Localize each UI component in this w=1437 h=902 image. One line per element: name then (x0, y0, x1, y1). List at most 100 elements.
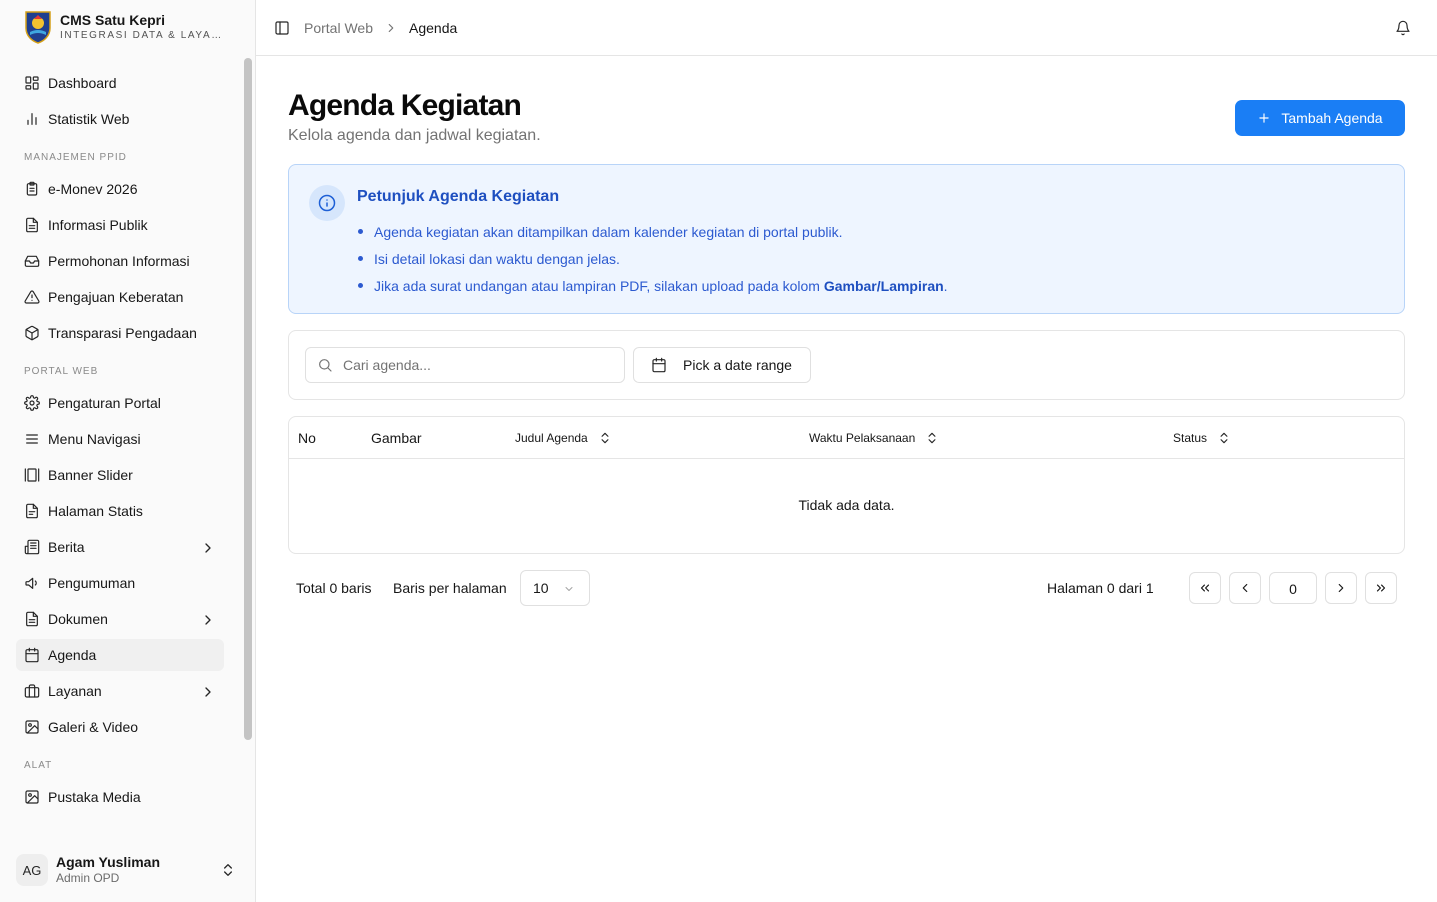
previous-page-button[interactable] (1229, 572, 1261, 604)
chevron-right-icon[interactable] (200, 612, 216, 628)
sidebar-item-label: Berita (48, 539, 85, 555)
chevron-right-icon[interactable] (200, 540, 216, 556)
rows-per-page-select[interactable]: 10 (520, 570, 590, 606)
filter-bar: Pick a date range (288, 330, 1405, 400)
panel-left-icon[interactable] (274, 20, 290, 36)
sidebar-scrollbar[interactable] (244, 58, 252, 740)
info-item: Jika ada surat undangan atau lampiran PD… (357, 272, 948, 299)
brand-subtitle: INTEGRASI DATA & LAYANAN (60, 30, 230, 41)
sidebar-item-dashboard[interactable]: Dashboard (16, 67, 224, 99)
file-text-icon (24, 611, 40, 627)
plus-icon (1257, 111, 1271, 125)
sidebar-item-pustaka-media[interactable]: Pustaka Media (16, 781, 224, 813)
column-header-waktu[interactable]: Waktu Pelaksanaan (809, 417, 939, 458)
sidebar-item-agenda[interactable]: Agenda (16, 639, 224, 671)
column-label: Judul Agenda (515, 430, 588, 445)
chevrons-up-down-icon[interactable] (220, 862, 236, 878)
sidebar-item-label: Galeri & Video (48, 719, 139, 735)
chevron-left-icon (1242, 583, 1248, 593)
sidebar-item-permohonan-informasi[interactable]: Permohonan Informasi (16, 245, 224, 277)
last-page-button[interactable] (1365, 572, 1397, 604)
bell-icon[interactable] (1395, 20, 1411, 36)
column-header-status[interactable]: Status (1173, 417, 1231, 458)
sidebar-item-menu-navigasi[interactable]: Menu Navigasi (16, 423, 224, 455)
first-page-button[interactable] (1189, 572, 1221, 604)
sort-icon[interactable] (925, 431, 939, 445)
sidebar-item-pengumuman[interactable]: Pengumuman (16, 567, 224, 599)
sidebar-item-layanan[interactable]: Layanan (16, 675, 224, 707)
date-range-button[interactable]: Pick a date range (633, 347, 811, 383)
bar-chart-icon (24, 111, 40, 127)
column-header-gambar: Gambar (371, 417, 422, 458)
info-panel: Petunjuk Agenda Kegiatan Agenda kegiatan… (288, 164, 1405, 314)
search-input[interactable] (343, 357, 613, 373)
info-list: Agenda kegiatan akan ditampilkan dalam k… (357, 218, 948, 299)
pagination: Total 0 baris Baris per halaman 10 Halam… (296, 570, 1397, 606)
sidebar-item-label: e-Monev 2026 (48, 181, 138, 197)
search-icon (317, 357, 333, 373)
chevron-right-icon (1338, 583, 1344, 593)
sidebar-item-halaman-statis[interactable]: Halaman Statis (16, 495, 224, 527)
sidebar-item-galeri-video[interactable]: Galeri & Video (16, 711, 224, 743)
agenda-table: No Gambar Judul Agenda Waktu Pelaksanaan… (288, 416, 1405, 554)
sort-icon[interactable] (1217, 431, 1231, 445)
sidebar-item-berita[interactable]: Berita (16, 531, 224, 563)
sidebar-item-label: Pengumuman (48, 575, 136, 591)
chevron-right-icon[interactable] (200, 684, 216, 700)
alert-triangle-icon (24, 289, 40, 305)
add-agenda-button[interactable]: Tambah Agenda (1235, 100, 1405, 136)
column-header-judul[interactable]: Judul Agenda (515, 417, 612, 458)
column-label: Status (1173, 430, 1208, 445)
sidebar-nav: Dashboard Statistik Web MANAJEMEN PPID e… (16, 67, 224, 837)
chevron-right-icon (384, 21, 398, 35)
file-text-icon (24, 217, 40, 233)
sidebar-item-label: Permohonan Informasi (48, 253, 190, 269)
megaphone-icon (24, 575, 40, 591)
sidebar-item-label: Dokumen (48, 611, 108, 627)
empty-state: Tidak ada data. (798, 497, 895, 513)
column-label: No (298, 429, 316, 446)
sidebar-item-transparasi-pengadaan[interactable]: Transparasi Pengadaan (16, 317, 224, 349)
sidebar-item-label: Agenda (48, 647, 97, 663)
sidebar-item-pengaturan-portal[interactable]: Pengaturan Portal (16, 387, 224, 419)
sidebar-item-label: Layanan (48, 683, 102, 699)
calendar-icon (651, 357, 667, 373)
breadcrumb-parent[interactable]: Portal Web (304, 20, 373, 36)
sidebar-item-label: Dashboard (48, 75, 117, 91)
date-range-label: Pick a date range (683, 357, 792, 373)
sidebar-item-pengajuan-keberatan[interactable]: Pengajuan Keberatan (16, 281, 224, 313)
user-menu[interactable]: AG Agam Yusliman Admin OPD (16, 848, 244, 892)
sidebar-item-label: Informasi Publik (48, 217, 148, 233)
info-title: Petunjuk Agenda Kegiatan (357, 188, 560, 205)
search-box[interactable] (305, 347, 625, 383)
sidebar-item-statistik-web[interactable]: Statistik Web (16, 103, 224, 135)
sidebar-item-label: Statistik Web (48, 111, 130, 127)
sidebar-item-label: Halaman Statis (48, 503, 143, 519)
settings-icon (24, 395, 40, 411)
info-item: Isi detail lokasi dan waktu dengan jelas… (357, 245, 948, 272)
sidebar-group-label: PORTAL WEB (24, 366, 99, 377)
newspaper-icon (24, 539, 40, 555)
rows-per-page-label: Baris per halaman (393, 580, 507, 596)
page-info: Halaman 0 dari 1 (1047, 580, 1154, 596)
rows-per-page-value: 10 (533, 580, 549, 596)
brand[interactable]: CMS Satu Kepri INTEGRASI DATA & LAYANAN (24, 10, 230, 44)
sort-icon[interactable] (598, 431, 612, 445)
column-label: Gambar (371, 429, 422, 446)
info-item-text: Isi detail lokasi dan waktu dengan jelas… (374, 250, 620, 267)
sidebar-item-dokumen[interactable]: Dokumen (16, 603, 224, 635)
next-page-button[interactable] (1325, 572, 1357, 604)
sidebar-item-banner-slider[interactable]: Banner Slider (16, 459, 224, 491)
page-number-input[interactable] (1269, 572, 1317, 604)
chevrons-right-icon (1376, 584, 1386, 592)
sidebar-item-label: Pengajuan Keberatan (48, 289, 184, 305)
sidebar-item-label: Banner Slider (48, 467, 133, 483)
sidebar-item-e-monev[interactable]: e-Monev 2026 (16, 173, 224, 205)
sidebar-item-label: Pengaturan Portal (48, 395, 161, 411)
menu-icon (24, 431, 40, 447)
total-rows: Total 0 baris (296, 580, 372, 596)
user-role: Admin OPD (56, 871, 120, 885)
chevron-down-icon (563, 582, 575, 594)
sidebar-item-informasi-publik[interactable]: Informasi Publik (16, 209, 224, 241)
info-item-text: Agenda kegiatan akan ditampilkan dalam k… (374, 223, 843, 240)
